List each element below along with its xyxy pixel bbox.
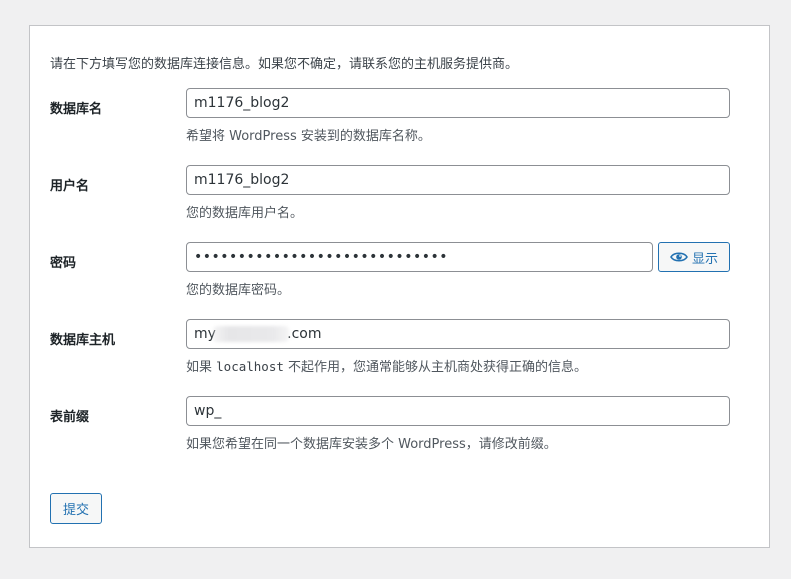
username-label: 用户名 (50, 179, 90, 194)
dbhost-desc-after: 不起作用，您通常能够从主机商处获得正确的信息。 (283, 360, 588, 375)
password-input[interactable] (186, 242, 653, 272)
dbname-label: 数据库名 (50, 102, 103, 117)
dbhost-desc-before: 如果 (186, 360, 217, 375)
dbname-input[interactable] (186, 88, 730, 118)
prefix-label: 表前缀 (50, 410, 90, 425)
redaction-blur (213, 326, 289, 342)
dbhost-description: 如果 localhost 不起作用，您通常能够从主机商处获得正确的信息。 (186, 356, 587, 375)
dbhost-row: 数据库主机 如果 localhost 不起作用，您通常能够从主机商处获得正确的信… (50, 319, 750, 389)
dbhost-label: 数据库主机 (50, 333, 116, 348)
show-password-label: 显示 (691, 250, 718, 266)
show-password-button[interactable]: 显示 (658, 242, 730, 272)
username-input[interactable] (186, 165, 730, 195)
eye-icon (670, 250, 688, 264)
localhost-code: localhost (216, 359, 284, 374)
submit-button[interactable]: 提交 (50, 493, 102, 524)
prefix-description: 如果您希望在同一个数据库安装多个 WordPress，请修改前缀。 (186, 437, 557, 452)
password-label: 密码 (50, 256, 77, 271)
password-description: 您的数据库密码。 (186, 283, 291, 298)
dbname-row: 数据库名 希望将 WordPress 安装到的数据库名称。 (50, 88, 750, 158)
prefix-row: 表前缀 如果您希望在同一个数据库安装多个 WordPress，请修改前缀。 (50, 396, 750, 466)
prefix-input[interactable] (186, 396, 730, 426)
setup-form-card: 请在下方填写您的数据库连接信息。如果您不确定，请联系您的主机服务提供商。 数据库… (29, 25, 770, 548)
username-description: 您的数据库用户名。 (186, 206, 304, 221)
intro-text: 请在下方填写您的数据库连接信息。如果您不确定，请联系您的主机服务提供商。 (50, 57, 519, 72)
dbname-description: 希望将 WordPress 安装到的数据库名称。 (186, 129, 431, 144)
dbhost-field-wrapper (186, 319, 730, 349)
username-row: 用户名 您的数据库用户名。 (50, 165, 750, 235)
password-row: 密码 显示 您的数据库密码。 (50, 242, 750, 312)
